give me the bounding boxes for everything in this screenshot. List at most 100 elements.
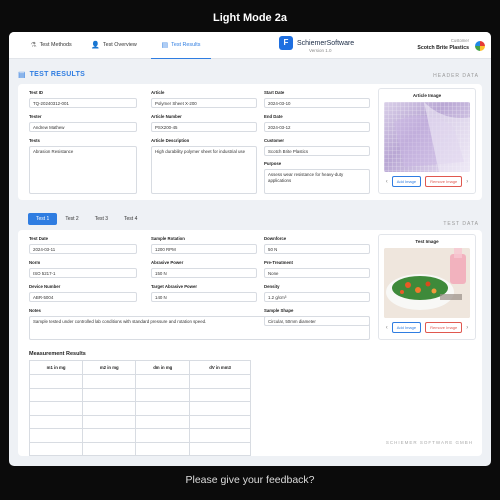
table-cell[interactable]: [189, 401, 251, 416]
article-image-panel: Article Image ‹ Add Image Remove Image ›: [378, 88, 476, 194]
downforce-field: Downforce 50 N: [264, 236, 370, 254]
field-label: Article Description: [151, 138, 190, 143]
target-abrasive-power-input[interactable]: 140 N: [151, 292, 257, 302]
food-bowl-image: [384, 248, 470, 318]
table-cell[interactable]: [135, 414, 191, 429]
start-date-input[interactable]: 2024-03-10: [264, 98, 370, 108]
remove-image-button[interactable]: Remove Image: [425, 322, 463, 333]
brand-name: SchiemerSoftware: [297, 39, 355, 47]
article-description-input[interactable]: High durability polymer sheet for indust…: [151, 146, 257, 194]
table-cell[interactable]: [28, 414, 84, 429]
chevron-right-icon[interactable]: ›: [466, 179, 468, 185]
table-cell[interactable]: [189, 428, 251, 443]
table-cell[interactable]: [82, 441, 137, 456]
table-cell[interactable]: [82, 428, 137, 443]
column-header: m2 in mg: [82, 360, 137, 375]
table-cell[interactable]: [135, 428, 191, 443]
user-icon: 👤: [91, 42, 100, 49]
test-id-field: Test ID TQ-20240312-001: [29, 90, 137, 108]
tester-input[interactable]: Andrew Mathew: [29, 122, 137, 132]
test-image: [384, 248, 470, 318]
device-number-input[interactable]: ABR-5004: [29, 292, 137, 302]
customer-input[interactable]: Scotch Brite Plastics: [264, 146, 370, 156]
customer-info: Customer Scotch Brite Plastics: [417, 38, 469, 51]
chevron-left-icon[interactable]: ‹: [386, 179, 388, 185]
customer-logo-icon[interactable]: [475, 41, 485, 51]
chevron-left-icon[interactable]: ‹: [386, 325, 388, 331]
field-label: Purpose: [264, 161, 282, 166]
add-image-button[interactable]: Add Image: [391, 176, 422, 187]
field-label: End Date: [264, 114, 283, 119]
field-label: Downforce: [264, 236, 287, 241]
pre-treatment-input[interactable]: None: [264, 268, 370, 278]
field-label: Sample Shape: [264, 308, 294, 313]
table-cell[interactable]: [135, 401, 191, 416]
purpose-field: Purpose Assess wear resistance for heavy…: [264, 161, 370, 194]
test-id-input[interactable]: TQ-20240312-001: [29, 98, 137, 108]
article-description-field: Article Description High durability poly…: [151, 138, 257, 194]
feedback-text: Please give your feedback?: [185, 474, 315, 486]
table-cell[interactable]: [189, 441, 251, 456]
field-label: Test Date: [29, 236, 49, 241]
norm-input[interactable]: ISO 5217-1: [29, 268, 137, 278]
end-date-input[interactable]: 2024-03-12: [264, 122, 370, 132]
table-cell[interactable]: [28, 441, 84, 456]
table-cell[interactable]: [189, 374, 251, 389]
add-image-button[interactable]: Add Image: [391, 322, 422, 333]
density-input[interactable]: 1.2 g/cm³: [264, 292, 370, 302]
table-cell[interactable]: [82, 387, 137, 402]
nav-tab-label: Test Results: [171, 41, 201, 48]
test-date-input[interactable]: 2024-03-11: [29, 244, 137, 254]
table-cell[interactable]: [82, 401, 137, 416]
test-date-field: Test Date 2024-03-11: [29, 236, 137, 254]
tests-input[interactable]: Abrasion Resistance: [29, 146, 137, 194]
table-cell[interactable]: [82, 414, 137, 429]
sample-shape-input[interactable]: Circular, 50mm diameter: [264, 316, 370, 326]
chevron-right-icon[interactable]: ›: [466, 325, 468, 331]
tests-field: Tests Abrasion Resistance: [29, 138, 137, 194]
table-cell[interactable]: [189, 414, 251, 429]
table-cell[interactable]: [28, 387, 84, 402]
table-cell[interactable]: [135, 441, 191, 456]
tab-test-4[interactable]: Test 4: [116, 213, 145, 225]
brand-logo-icon: F: [279, 36, 293, 50]
field-label: Pre-Treatment: [264, 260, 293, 265]
table-cell[interactable]: [28, 401, 84, 416]
article-number-input[interactable]: PSX200-45: [151, 122, 257, 132]
table-row: [28, 428, 251, 443]
mesh-image: [384, 102, 470, 172]
nav-tab-test-overview[interactable]: 👤 Test Overview: [85, 32, 143, 59]
downforce-input[interactable]: 50 N: [264, 244, 370, 254]
abrasive-power-input[interactable]: 150 N: [151, 268, 257, 278]
table-cell[interactable]: [82, 374, 137, 389]
tab-test-2[interactable]: Test 2: [57, 213, 86, 225]
table-cell[interactable]: [189, 387, 251, 402]
target-abrasive-power-field: Target Abrasive Power 140 N: [151, 284, 257, 302]
purpose-input[interactable]: Assess wear resistance for heavy-duty ap…: [264, 169, 370, 194]
article-input[interactable]: Polymer Sheet X-200: [151, 98, 257, 108]
tab-test-1[interactable]: Test 1: [28, 213, 58, 225]
sample-rotation-input[interactable]: 1200 RPM: [151, 244, 257, 254]
brand-version: Version 1.0: [309, 48, 332, 53]
table-cell[interactable]: [28, 428, 84, 443]
article-image-buttons: ‹ Add Image Remove Image ›: [379, 176, 475, 187]
customer-name: Scotch Brite Plastics: [417, 45, 469, 51]
remove-image-button[interactable]: Remove Image: [425, 176, 463, 187]
column-header: dm in mg: [135, 360, 191, 375]
table-cell[interactable]: [28, 374, 84, 389]
table-cell[interactable]: [135, 374, 191, 389]
document-icon: ▤: [161, 41, 169, 49]
article-number-field: Article Number PSX200-45: [151, 114, 257, 132]
results-icon: ▤: [18, 69, 26, 79]
app-window: ⚗ Test Methods 👤 Test Overview ▤ Test Re…: [9, 32, 491, 466]
field-label: Article Number: [151, 114, 182, 119]
test-image-panel: Test Image ‹ Add Image Remove Image ›: [378, 234, 476, 340]
article-image: [384, 102, 470, 172]
field-label: Target Abrasive Power: [151, 284, 198, 289]
table-cell[interactable]: [135, 387, 191, 402]
field-label: Test ID: [29, 90, 44, 95]
tab-test-3[interactable]: Test 3: [87, 213, 116, 225]
column-header: m1 in mg: [28, 360, 84, 375]
nav-tab-test-results[interactable]: ▤ Test Results: [151, 32, 211, 59]
nav-tab-test-methods[interactable]: ⚗ Test Methods: [21, 32, 81, 59]
